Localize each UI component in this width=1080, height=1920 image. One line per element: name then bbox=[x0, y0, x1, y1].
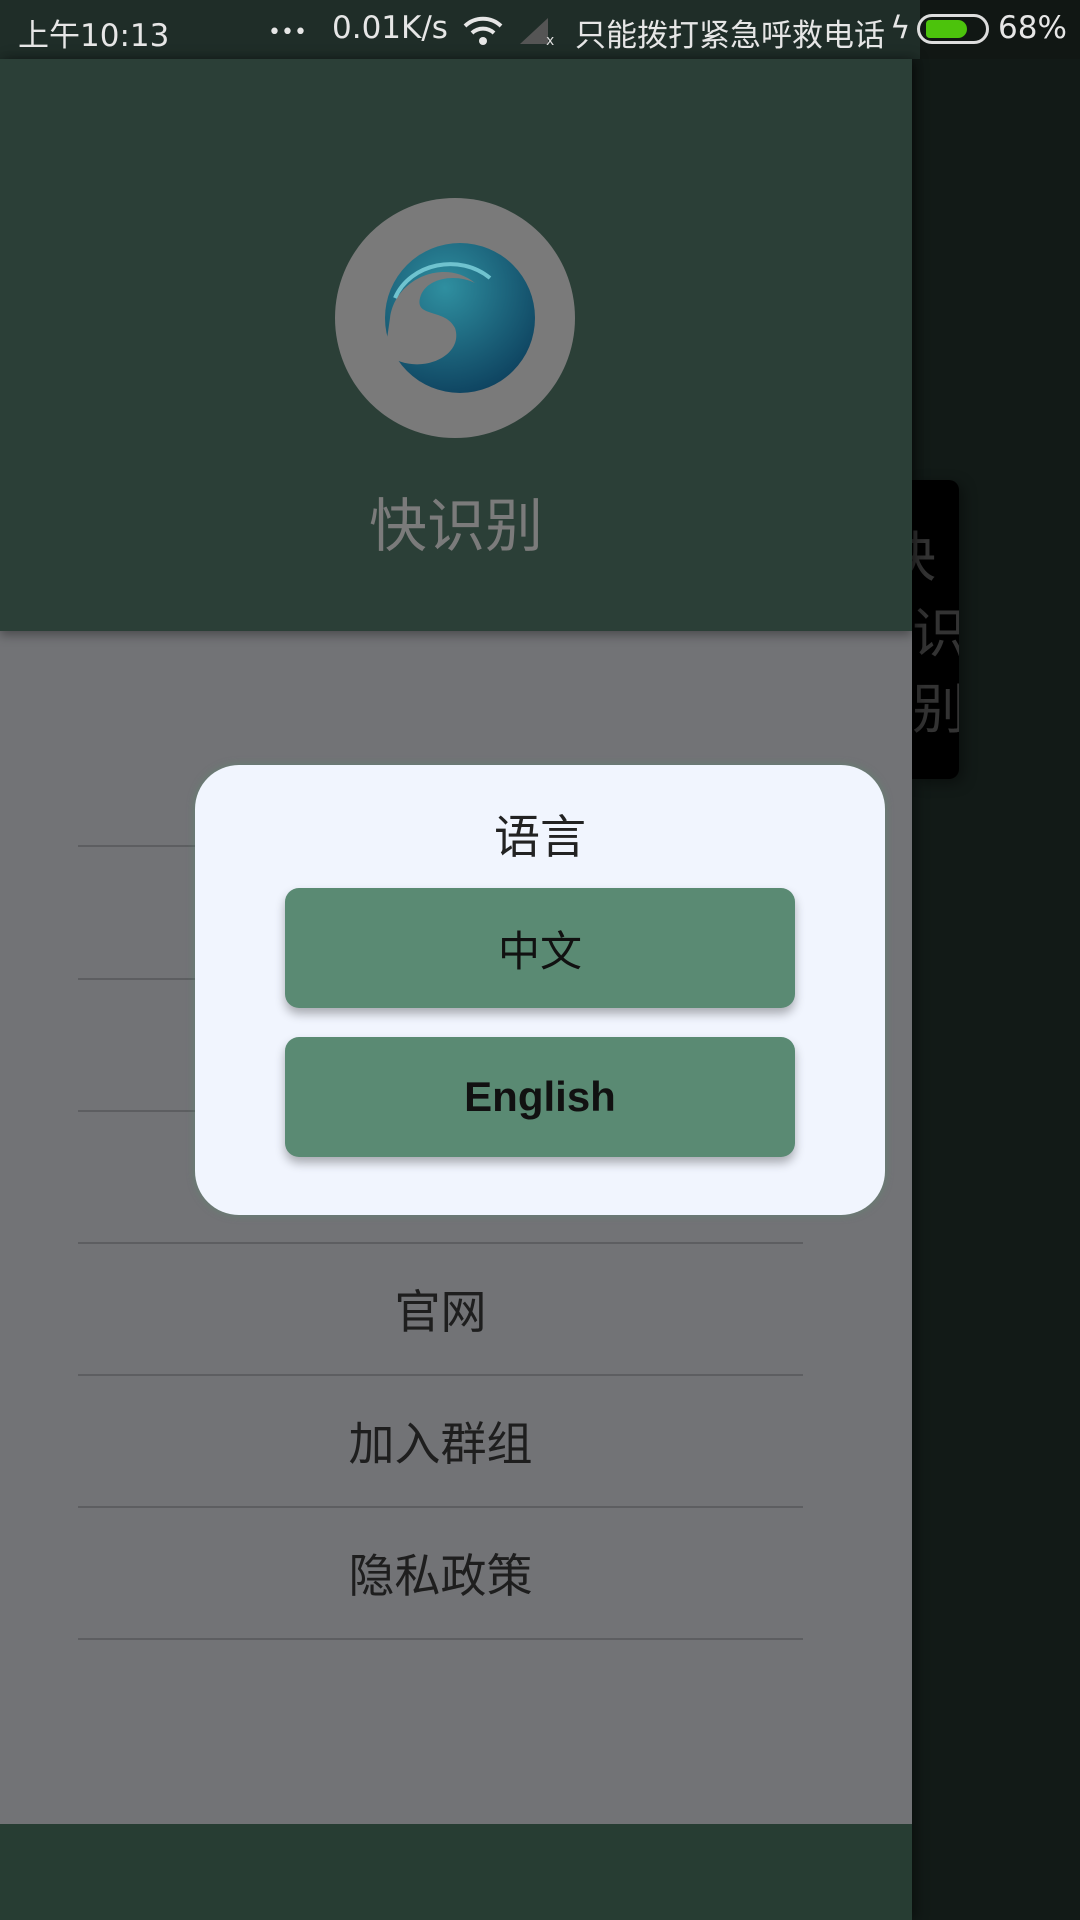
drawer-item-privacy-policy[interactable]: 隐私政策 bbox=[78, 1508, 803, 1640]
carrier-text: 只能拨打紧急呼救电话 bbox=[575, 18, 885, 54]
signal-icon: x bbox=[520, 18, 554, 46]
battery-icon bbox=[917, 14, 989, 44]
tooltip: 快识别 bbox=[912, 480, 959, 779]
language-dialog: 语言 中文 English bbox=[195, 765, 885, 1215]
app-name: 快识别 bbox=[368, 492, 543, 560]
drawer-item-website[interactable]: 官网 bbox=[78, 1244, 803, 1376]
status-time: 上午10:13 bbox=[18, 18, 170, 54]
wave-logo-icon bbox=[385, 243, 535, 393]
more-icon: ••• bbox=[268, 20, 307, 45]
drawer-header: 快识别 bbox=[0, 59, 912, 631]
wifi-icon bbox=[463, 16, 503, 45]
chinese-button[interactable]: 中文 bbox=[285, 888, 795, 1008]
svg-text:x: x bbox=[546, 33, 554, 46]
status-bar: 上午10:13 ••• 0.01K/s x 只能拨打紧急呼救电话 ϟ 68% bbox=[0, 0, 1080, 59]
battery-percent: 68% bbox=[998, 10, 1067, 46]
charging-icon: ϟ bbox=[890, 10, 911, 46]
dialog-title: 语言 bbox=[494, 810, 586, 864]
english-button[interactable]: English bbox=[285, 1037, 795, 1157]
network-speed: 0.01K/s bbox=[332, 10, 448, 46]
drawer-item-join-group[interactable]: 加入群组 bbox=[78, 1376, 803, 1508]
drawer-bottom-bar bbox=[0, 1824, 912, 1920]
app-logo bbox=[335, 198, 575, 438]
